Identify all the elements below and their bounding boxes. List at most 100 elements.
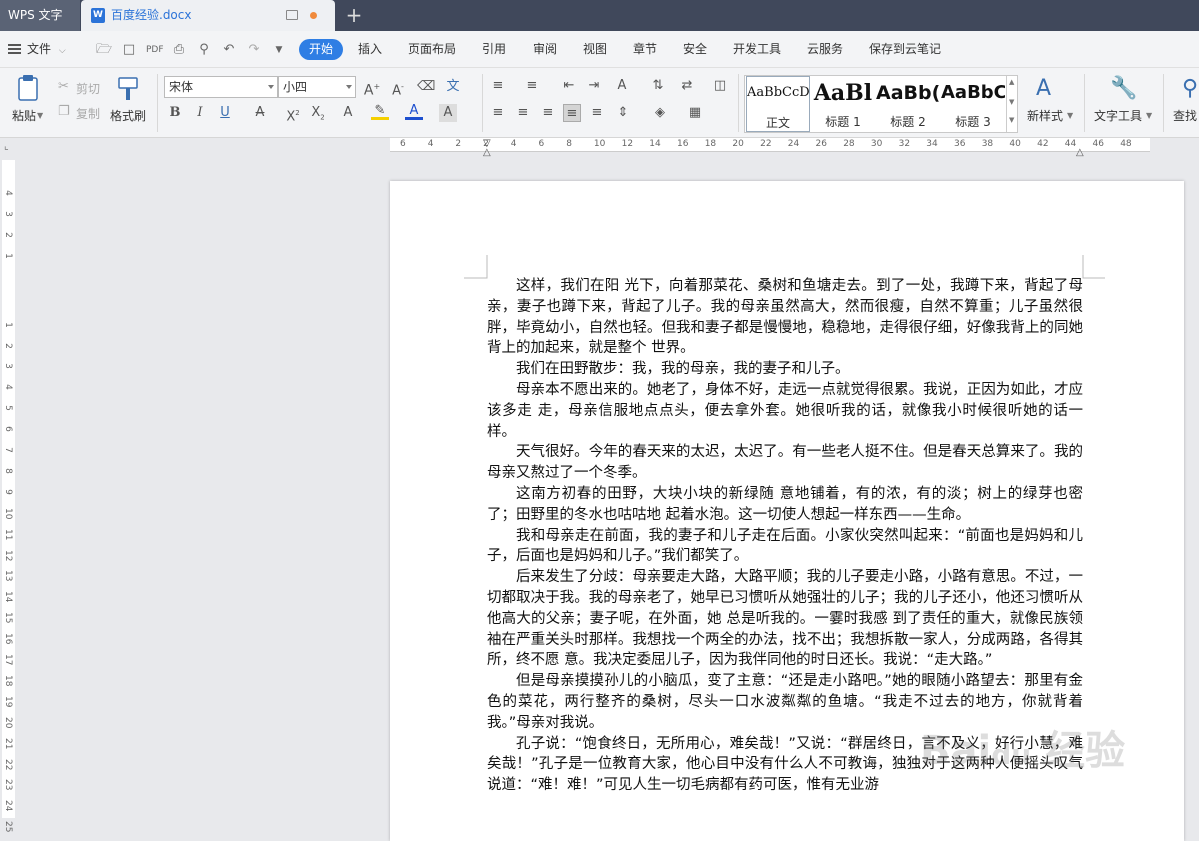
chinese-layout-icon[interactable]: A [613, 77, 631, 95]
tab-page-layout[interactable]: 页面布局 [408, 31, 456, 68]
highlight-color-icon[interactable]: ✎ [371, 104, 389, 120]
ruler-tick-label: 16 [677, 139, 689, 149]
show-hide-marks-icon[interactable]: ⇄ [678, 77, 696, 95]
tab-security[interactable]: 安全 [683, 31, 707, 68]
vertical-ruler[interactable]: 4 3 2 1 1 2 3 4 5 6 7 8 9 10 11 12 13 14 15 16 17 18 19 20 21 22 2… [0, 160, 17, 833]
monitor-icon[interactable] [286, 10, 298, 20]
new-tab-button[interactable]: + [343, 3, 365, 27]
paragraph[interactable]: 我和母亲走在前面，我的妻子和儿子走在后面。小家伙突然叫起来：“前面也是妈妈和儿子… [487, 526, 1083, 568]
line-spacing-icon[interactable]: ⇕ [614, 104, 632, 122]
ruler-tick-label: 18 [704, 139, 717, 149]
sort-icon[interactable]: ⇅ [649, 77, 667, 95]
paragraph[interactable]: 这南方初春的田野，大块小块的新绿随 意地铺着，有的浓，有的淡；树上的绿芽也密了；… [487, 484, 1083, 526]
paste-label[interactable]: 粘贴 [12, 107, 36, 124]
tab-view[interactable]: 视图 [583, 31, 607, 68]
paragraph[interactable]: 这样，我们在阳 光下，向着那菜花、桑树和鱼塘走去。到了一处，我蹲下来，背起了母亲… [487, 276, 1083, 359]
font-color-icon[interactable]: A [405, 104, 423, 120]
ruler-tick-label: 38 [981, 139, 994, 149]
word-doc-icon: W [91, 8, 105, 23]
chevron-up-icon[interactable]: ▲ [1009, 78, 1014, 86]
ruler-tick-label: 30 [870, 139, 883, 149]
app-tab[interactable]: WPS 文字 [0, 0, 80, 31]
clear-format-eraser-icon[interactable]: ⌫ [417, 78, 435, 96]
bullet-list-icon[interactable]: ≡ [489, 77, 507, 95]
right-indent-marker[interactable]: △ [1076, 147, 1084, 158]
font-size-select[interactable]: 小四 [278, 76, 356, 98]
paragraph[interactable]: 母亲本不愿出来的。她老了，身体不好，走远一点就觉得很累。我说，正因为如此，才应该… [487, 380, 1083, 442]
chevron-down-icon[interactable]: ▼ [1009, 98, 1014, 106]
paragraph[interactable]: 天气很好。今年的春天来的太迟，太迟了。有一些老人挺不住。但是春天总算来了。我的母… [487, 442, 1083, 484]
distributed-align-icon[interactable]: ≡ [588, 104, 606, 122]
cut-button[interactable]: 剪切 [76, 80, 100, 97]
more-styles-icon[interactable]: ▼ [1009, 116, 1014, 124]
paragraph[interactable]: 后来发生了分歧：母亲要走大路，大路平顺；我的儿子要走小路，小路有意思。不过，一切… [487, 567, 1083, 671]
print-preview-icon[interactable]: ⚲ [196, 42, 212, 58]
vertical-ruler-tick-label: 2 [3, 231, 13, 238]
tab-stop-selector[interactable]: ⌞ [4, 141, 9, 152]
phonetic-guide-icon[interactable]: 文 [444, 78, 462, 96]
tab-cloud-service[interactable]: 云服务 [807, 31, 843, 68]
paste-dropdown-icon[interactable]: ▼ [37, 111, 43, 120]
new-style-dropdown-icon[interactable]: ▼ [1067, 111, 1073, 120]
vertical-ruler-tick-label: 25 [3, 821, 13, 833]
ruler-tick-label: 22 [760, 139, 772, 149]
tab-home[interactable]: 开始 [299, 39, 344, 60]
strikethrough-icon[interactable]: A [251, 104, 269, 122]
table-border-icon[interactable]: ◫ [711, 77, 729, 95]
text-tools-button[interactable]: 文字工具 [1094, 107, 1142, 124]
numbered-list-icon[interactable]: ≡ [523, 77, 541, 95]
paragraph[interactable]: 我们在田野散步：我，我的母亲，我的妻子和儿子。 [487, 359, 1083, 380]
justify-icon[interactable]: ≡ [563, 104, 581, 122]
italic-icon[interactable]: I [191, 104, 209, 122]
save-icon[interactable]: □ [121, 42, 137, 58]
copy-button[interactable]: 复制 [76, 105, 100, 122]
find-button[interactable]: 查找 [1173, 107, 1197, 124]
style-heading-3[interactable]: AaBbC 标题 3 [941, 76, 1005, 132]
ruler-tick-label: 48 [1120, 139, 1132, 149]
style-heading-3-label: 标题 3 [955, 115, 991, 129]
redo-icon[interactable]: ↷ [246, 42, 262, 58]
format-painter-icon[interactable] [116, 76, 140, 102]
format-painter-button[interactable]: 格式刷 [110, 107, 146, 124]
bold-icon[interactable]: B [166, 104, 184, 122]
increase-indent-icon[interactable]: ⇥ [585, 77, 603, 95]
tab-insert[interactable]: 插入 [358, 31, 382, 68]
style-normal[interactable]: AaBbCcD 正文 [746, 76, 810, 132]
quick-access-dropdown-icon[interactable]: ▼ [271, 42, 287, 58]
tab-chapter[interactable]: 章节 [633, 31, 657, 68]
character-shading-icon[interactable]: A [439, 104, 457, 122]
text-effect-icon[interactable]: A [339, 104, 357, 122]
styles-scroll[interactable]: ▲ ▼ ▼ [1006, 76, 1018, 132]
decrease-font-size-icon[interactable]: A- [389, 78, 407, 98]
underline-icon[interactable]: U [216, 104, 234, 122]
align-right-icon[interactable]: ≡ [539, 104, 557, 122]
decrease-indent-icon[interactable]: ⇤ [560, 77, 578, 95]
file-menu[interactable]: 文件 ⌵ [8, 31, 66, 68]
vertical-ruler-tick-label: 11 [3, 528, 13, 541]
tab-references[interactable]: 引用 [482, 31, 506, 68]
tab-developer-tools[interactable]: 开发工具 [733, 31, 781, 68]
undo-icon[interactable]: ↶ [221, 42, 237, 58]
borders-icon[interactable]: ▦ [686, 104, 704, 122]
shading-fill-icon[interactable]: ◈ [651, 104, 669, 122]
tab-save-to-cloud-notes[interactable]: 保存到云笔记 [869, 31, 941, 68]
align-center-icon[interactable]: ≡ [514, 104, 532, 122]
subscript-icon[interactable]: X2 [309, 104, 327, 122]
superscript-icon[interactable]: X2 [284, 104, 302, 124]
increase-font-size-icon[interactable]: A+ [363, 78, 381, 99]
document-tab[interactable]: W 百度经验.docx [81, 0, 335, 31]
margin-corner-top-left [464, 255, 488, 279]
style-heading-2[interactable]: AaBb( 标题 2 [876, 76, 940, 132]
export-pdf-icon[interactable]: PDF [146, 42, 164, 58]
left-indent-marker[interactable]: △ [483, 147, 491, 158]
text-tools-dropdown-icon[interactable]: ▼ [1146, 111, 1152, 120]
print-icon[interactable]: ⎙ [171, 42, 187, 58]
horizontal-ruler[interactable]: ⌞ 6 4 2 2 4 6 8 10 12 14 16 18 20 22 24 26 28 30 32 34 36 38 4… [0, 138, 1199, 159]
tab-review[interactable]: 审阅 [533, 31, 557, 68]
font-name-select[interactable]: 宋体 [164, 76, 278, 98]
align-left-icon[interactable]: ≡ [489, 104, 507, 122]
new-style-button[interactable]: 新样式 [1027, 107, 1063, 124]
paste-button[interactable] [14, 74, 44, 102]
open-folder-icon[interactable]: 🗁 [96, 42, 112, 58]
style-heading-1[interactable]: AaBl 标题 1 [811, 76, 875, 132]
